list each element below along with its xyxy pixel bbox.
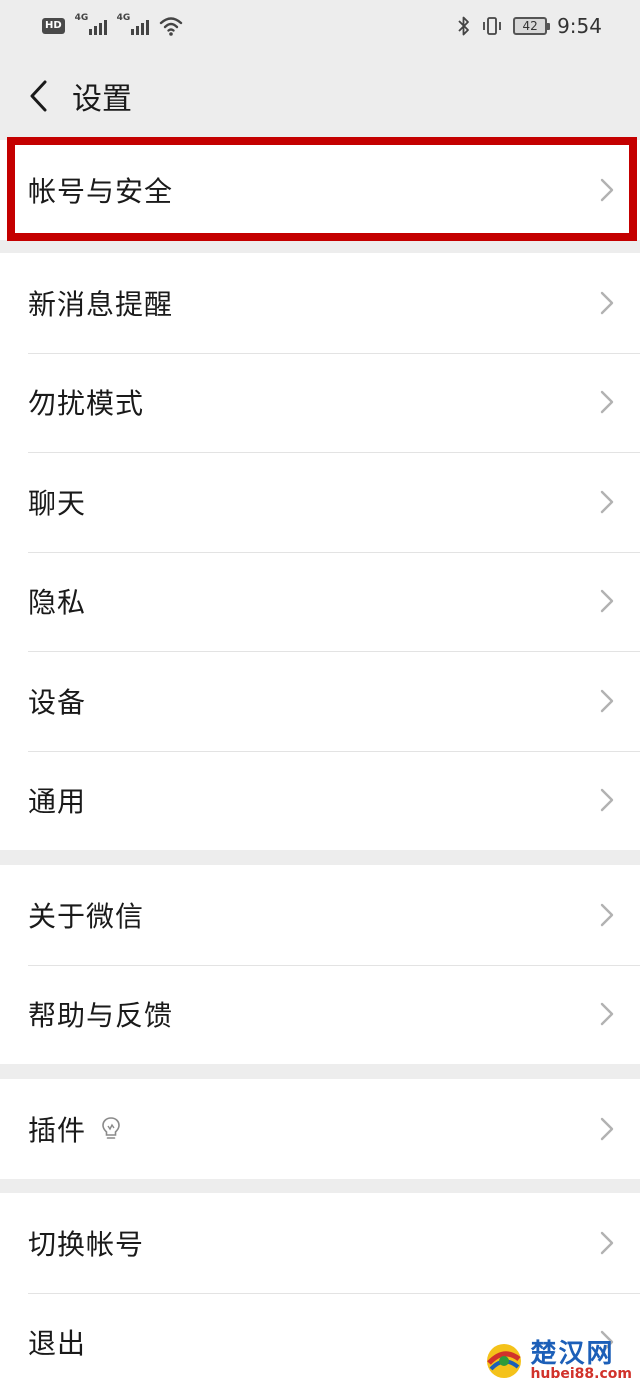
status-right: 42 9:54: [457, 14, 602, 38]
chevron-right-icon: [600, 1117, 614, 1141]
clock: 9:54: [557, 14, 602, 38]
bluetooth-icon: [457, 15, 471, 37]
menu-item-label: 关于微信: [28, 895, 144, 935]
watermark-url: hubei88.com: [530, 1367, 632, 1381]
menu-item-about-wechat[interactable]: 关于微信: [0, 865, 640, 965]
watermark: 楚汉网 hubei88.com: [484, 1341, 632, 1381]
menu-item-label: 勿扰模式: [28, 382, 144, 422]
menu-item-devices[interactable]: 设备: [0, 651, 640, 751]
menu-item-account-security[interactable]: 帐号与安全: [0, 140, 640, 240]
signal-type-label: 4G: [117, 13, 131, 23]
nav-bar: 设置: [0, 52, 640, 140]
menu-item-do-not-disturb[interactable]: 勿扰模式: [0, 353, 640, 453]
menu-item-label: 隐私: [28, 581, 86, 621]
settings-group-about: 关于微信 帮助与反馈: [0, 865, 640, 1064]
chevron-right-icon: [600, 1231, 614, 1255]
chevron-right-icon: [600, 390, 614, 414]
signal-type-label: 4G: [75, 13, 89, 23]
chevron-right-icon: [600, 903, 614, 927]
menu-item-label: 帐号与安全: [28, 170, 173, 210]
menu-item-privacy[interactable]: 隐私: [0, 552, 640, 652]
settings-group-plugins: 插件: [0, 1079, 640, 1179]
chevron-right-icon: [600, 291, 614, 315]
menu-item-chat[interactable]: 聊天: [0, 452, 640, 552]
wifi-icon: [159, 16, 183, 36]
chevron-right-icon: [600, 589, 614, 613]
watermark-text: 楚汉网 hubei88.com: [530, 1341, 632, 1381]
battery-indicator: 42: [513, 17, 547, 35]
menu-item-label: 退出: [28, 1322, 86, 1362]
chevron-right-icon: [600, 788, 614, 812]
vibrate-icon: [481, 15, 503, 37]
menu-item-label: 聊天: [28, 482, 86, 522]
status-bar: HD 4G 4G 42 9:54: [0, 0, 640, 52]
menu-item-label: 帮助与反馈: [28, 994, 173, 1034]
menu-item-general[interactable]: 通用: [0, 751, 640, 851]
menu-item-help-feedback[interactable]: 帮助与反馈: [0, 965, 640, 1065]
settings-group-main: 新消息提醒 勿扰模式 聊天 隐私 设备 通用: [0, 253, 640, 850]
menu-item-switch-account[interactable]: 切换帐号: [0, 1193, 640, 1293]
chevron-right-icon: [600, 490, 614, 514]
menu-item-label: 切换帐号: [28, 1223, 144, 1263]
menu-item-new-message-notify[interactable]: 新消息提醒: [0, 253, 640, 353]
page-title: 设置: [72, 74, 132, 118]
chevron-right-icon: [600, 1002, 614, 1026]
chevron-right-icon: [600, 689, 614, 713]
menu-item-label: 设备: [28, 681, 86, 721]
lightbulb-icon: [100, 1116, 122, 1142]
watermark-logo-icon: [484, 1341, 524, 1381]
settings-group-account: 帐号与安全: [0, 140, 640, 240]
hd-badge: HD: [42, 18, 65, 34]
cellular-signal-icon: 4G: [75, 17, 107, 35]
watermark-title: 楚汉网: [530, 1341, 632, 1367]
menu-item-label: 插件: [28, 1109, 86, 1149]
chevron-right-icon: [600, 178, 614, 202]
cellular-signal-icon: 4G: [117, 17, 149, 35]
menu-item-label: 新消息提醒: [28, 283, 173, 323]
menu-item-plugins[interactable]: 插件: [0, 1079, 640, 1179]
back-arrow-icon[interactable]: [22, 76, 54, 116]
menu-item-label: 通用: [28, 780, 86, 820]
status-left: HD 4G 4G: [42, 16, 183, 36]
